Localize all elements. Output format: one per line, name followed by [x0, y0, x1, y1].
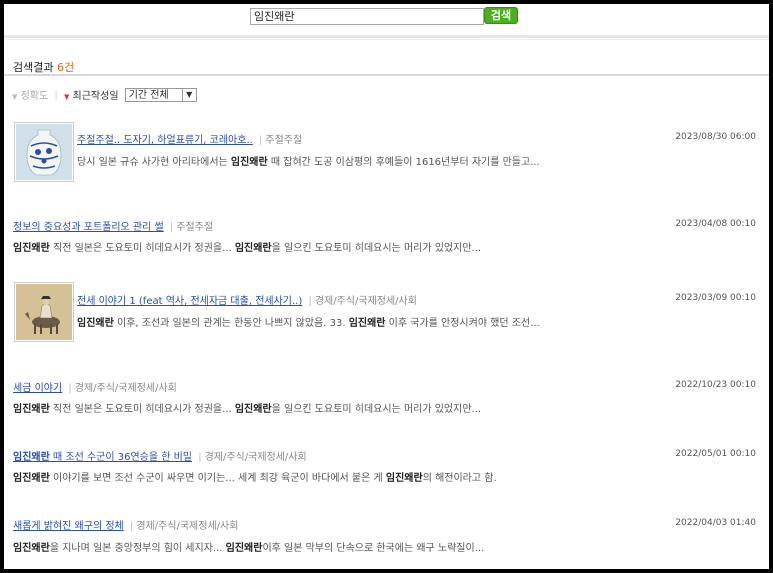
result-date: 2023/03/09 00:10 [675, 293, 756, 303]
keyword-highlight: 임진왜란 [13, 243, 50, 254]
snippet-text: 직전 일본은 도요토미 히데요시가 정권을... [49, 243, 235, 254]
search-button[interactable]: 검색 [484, 7, 518, 24]
results-header: 검색결과 6건 [13, 59, 74, 75]
snippet-text: 당시 일본 규슈 사가현 아리타에서는 [77, 157, 231, 168]
divider [4, 74, 769, 76]
results-count: 6건 [56, 61, 75, 74]
result-title-line: 새롭게 밝혀진 왜구의 정체 | 경제/주식/국제정세/사회 [13, 517, 238, 532]
search-bar: 임진왜란 검색 [4, 4, 769, 34]
sort-bar: ▼ 정확도 | ▼ 최근작성일 기간 전체 ▼ [12, 87, 197, 103]
result-category: | 경제/주식/국제정세/사회 [308, 296, 417, 307]
keyword-highlight: 임진왜란 [13, 404, 50, 415]
snippet-text: 을 일으킨 도요토미 히데요시는 머리가 있었지만... [271, 404, 482, 415]
result-category: | 경제/주식/국제정세/사회 [198, 452, 307, 463]
period-selected-value: 기간 전체 [128, 89, 169, 101]
result-snippet: 임진왜란 직전 일본은 도요토미 히데요시가 정권을... 임진왜란을 일으킨 … [13, 400, 481, 415]
result-date: 2022/10/23 00:10 [675, 380, 756, 390]
results-label: 검색결과 [13, 61, 54, 74]
snippet-text: 직전 일본은 도요토미 히데요시가 정권을... [49, 404, 235, 415]
result-category: | 주절주절 [259, 135, 303, 146]
thumbnail[interactable] [14, 282, 74, 342]
result-title-link[interactable]: 정보의 중요성과 포트폴리오 관리 썰 [13, 222, 164, 233]
result-category: | 경제/주식/국제정세/사회 [68, 383, 177, 394]
divider [4, 39, 769, 40]
snippet-text: 의 해전이라고 함. [422, 473, 497, 484]
result-snippet: 임진왜란 이야기를 보면 조선 수군이 싸우면 이기는... 세계 최강 육군이… [13, 469, 497, 484]
divider [4, 35, 769, 38]
chevron-down-icon: ▼ [181, 88, 196, 101]
result-date: 2022/04/03 01:40 [675, 518, 756, 528]
keyword-highlight: 임진왜란 [13, 543, 50, 554]
result-title-link[interactable]: 임진왜란 때 조선 수군이 36연승을 한 비밀 [13, 452, 192, 463]
result-title-link[interactable]: 주절주절.. 도자기, 하얼표류기, 코레아호.. [77, 135, 253, 146]
result-snippet: 당시 일본 규슈 사가현 아리타에서는 임진왜란 때 잡혀간 도공 이삼평의 후… [77, 153, 540, 168]
result-date: 2023/04/08 00:10 [675, 219, 756, 229]
search-input[interactable]: 임진왜란 [250, 8, 484, 25]
result-category: | 주절주절 [169, 222, 214, 233]
keyword-highlight: 임진왜란 [230, 157, 268, 168]
divider: | [54, 89, 58, 101]
snippet-text: 이후 일본 막부의 단속으로 한국에는 왜구 노략질이... [262, 543, 485, 554]
porcelain-vase-image [16, 124, 72, 180]
result-title-link[interactable]: 세금 이야기 [13, 383, 62, 394]
result-title-line: 전세 이야기 1 (feat 역사, 전세자금 대출, 전세사기..) | 경제/… [77, 292, 417, 307]
sort-date[interactable]: ▼ 최근작성일 [64, 87, 119, 102]
result-date: 2023/08/30 06:00 [675, 132, 756, 142]
result-date: 2022/05/01 00:10 [675, 449, 756, 459]
result-title-line: 주절주절.. 도자기, 하얼표류기, 코레아호.. | 주절주절 [77, 131, 302, 146]
snippet-text: 이후 국가를 안정시켜야 했던 조선... [385, 318, 540, 329]
result-snippet: 임진왜란 직전 일본은 도요토미 히데요시가 정권을... 임진왜란을 일으킨 … [13, 239, 481, 254]
result-snippet: 임진왜란 이후, 조선과 일본의 관계는 한동안 나쁘지 않았음. 33. 임진… [77, 314, 540, 329]
keyword-highlight: 임진왜란 [13, 473, 50, 484]
keyword-highlight: 임진왜란 [348, 318, 386, 329]
snippet-text: 을 지나며 일본 중앙정부의 힘이 세지자... [49, 543, 226, 554]
sort-arrow-icon: ▼ [63, 93, 70, 101]
sort-date-label: 최근작성일 [72, 91, 119, 102]
snippet-text: 이후, 조선과 일본의 관계는 한동안 나쁘지 않았음. 33. [113, 318, 349, 329]
snippet-text: 이야기를 보면 조선 수군이 싸우면 이기는... 세계 최강 육군이 바다에서… [49, 473, 386, 484]
thumbnail[interactable] [14, 122, 74, 182]
keyword-highlight: 임진왜란 [234, 243, 272, 254]
sort-accuracy[interactable]: ▼ 정확도 [12, 87, 48, 102]
keyword-highlight: 임진왜란 [225, 543, 263, 554]
rider-painting-image [16, 284, 72, 340]
keyword-highlight: 임진왜란 [77, 318, 114, 329]
snippet-text: 을 일으킨 도요토미 히데요시는 머리가 있었지만... [271, 243, 482, 254]
result-title-line: 정보의 중요성과 포트폴리오 관리 썰 | 주절주절 [13, 218, 213, 233]
result-title-link[interactable]: 전세 이야기 1 (feat 역사, 전세자금 대출, 전세사기..) [77, 296, 302, 307]
keyword-highlight: 임진왜란 [234, 404, 272, 415]
sort-arrow-icon: ▼ [12, 93, 18, 101]
snippet-text: 때 잡혀간 도공 이삼평의 후예들이 1616년부터 자기를 만들고... [267, 157, 540, 168]
result-category: | 경제/주식/국제정세/사회 [129, 521, 239, 532]
result-title-line: 세금 이야기 | 경제/주식/국제정세/사회 [13, 379, 177, 394]
result-title-link[interactable]: 새롭게 밝혀진 왜구의 정체 [13, 521, 124, 532]
result-snippet: 임진왜란을 지나며 일본 중앙정부의 힘이 세지자... 임진왜란이후 일본 막… [13, 539, 484, 554]
period-select[interactable]: 기간 전체 ▼ [124, 87, 197, 102]
search-results-page: 임진왜란 검색 검색결과 6건 ▼ 정확도 | ▼ 최근작성일 기간 전체 ▼ [4, 4, 769, 569]
sort-accuracy-label: 정확도 [20, 91, 49, 102]
result-title-line: 임진왜란 때 조선 수군이 36연승을 한 비밀 | 경제/주식/국제정세/사회 [13, 448, 307, 463]
keyword-highlight: 임진왜란 [385, 473, 423, 484]
